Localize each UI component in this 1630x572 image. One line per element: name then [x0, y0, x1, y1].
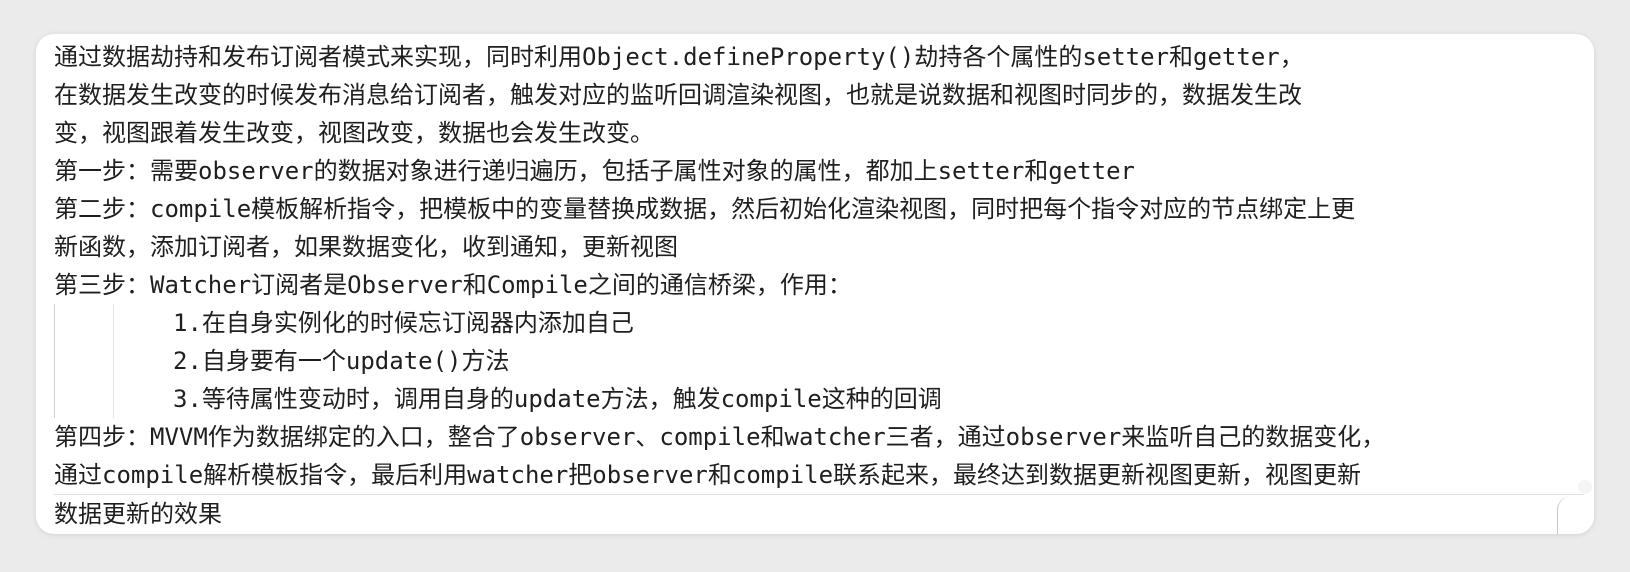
step-two-line-2: 新函数，添加订阅者，如果数据变化，收到通知，更新视图: [54, 233, 678, 261]
step-two-line-1: 第二步：compile模板解析指令，把模板中的变量替换成数据，然后初始化渲染视图…: [54, 195, 1356, 223]
step-four-line-1: 第四步：MVVM作为数据绑定的入口，整合了observer、compile和wa…: [54, 423, 1386, 451]
step-three-line: 第三步：Watcher订阅者是Observer和Compile之间的通信桥梁，作…: [54, 271, 852, 299]
paragraph-line-2: 在数据发生改变的时候发布消息给订阅者，触发对应的监听回调渲染视图，也就是说数据和…: [54, 81, 1302, 109]
watcher-role-list: 1.在自身实例化的时候忘订阅器内添加自己 2.自身要有一个update()方法 …: [54, 304, 1584, 418]
list-item-2: 2.自身要有一个update()方法: [173, 347, 510, 375]
step-four-line-2: 通过compile解析模板指令，最后利用watcher把observer和com…: [54, 461, 1362, 489]
step-one-line: 第一步：需要observer的数据对象进行递归遍历，包括子属性对象的属性，都加上…: [54, 157, 1135, 185]
paragraph-line-1: 通过数据劫持和发布订阅者模式来实现，同时利用Object.definePrope…: [54, 43, 1304, 71]
list-item-1: 1.在自身实例化的时候忘订阅器内添加自己: [173, 309, 634, 337]
step-four-line-3: 数据更新的效果: [54, 494, 1584, 532]
document-body: 通过数据劫持和发布订阅者模式来实现，同时利用Object.definePrope…: [54, 38, 1584, 532]
paragraph-line-3: 变，视图跟着发生改变，视图改变，数据也会发生改变。: [54, 119, 654, 147]
text-card: 通过数据劫持和发布订阅者模式来实现，同时利用Object.definePrope…: [36, 34, 1594, 534]
list-item-3: 3.等待属性变动时，调用自身的update方法，触发compile这种的回调: [173, 385, 942, 413]
page-corner-fold: [1557, 480, 1594, 534]
